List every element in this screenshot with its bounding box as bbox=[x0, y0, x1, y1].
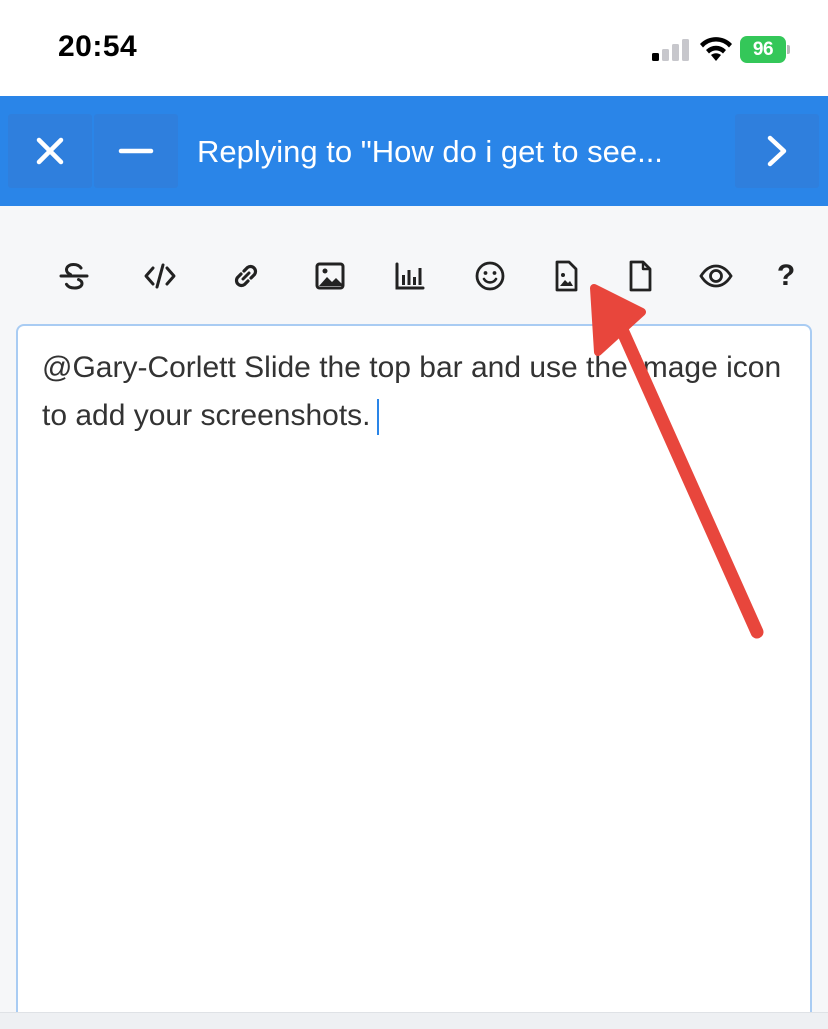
editor-text: @Gary-Corlett Slide the top bar and use … bbox=[42, 351, 782, 432]
image-icon bbox=[315, 262, 345, 290]
battery-charging-icon: 96 bbox=[740, 36, 790, 63]
image-file-icon bbox=[555, 260, 578, 292]
reply-header: Replying to "How do i get to see... bbox=[0, 96, 828, 206]
battery-level: 96 bbox=[740, 36, 786, 63]
status-bar: 20:54 96 bbox=[0, 0, 828, 96]
next-button[interactable] bbox=[735, 114, 819, 188]
reply-title[interactable]: Replying to "How do i get to see... bbox=[197, 134, 663, 170]
file-icon bbox=[629, 260, 652, 292]
minimize-button[interactable] bbox=[94, 114, 178, 188]
code-icon bbox=[144, 263, 176, 289]
link-icon bbox=[234, 264, 258, 288]
strikethrough-button[interactable] bbox=[46, 246, 102, 306]
emoji-icon bbox=[475, 261, 505, 291]
bottom-bar bbox=[0, 1012, 828, 1029]
chart-icon bbox=[395, 262, 425, 290]
chart-button[interactable] bbox=[382, 246, 438, 306]
code-button[interactable] bbox=[132, 246, 188, 306]
wifi-icon bbox=[700, 37, 732, 61]
strikethrough-icon bbox=[59, 262, 89, 290]
image-file-button[interactable] bbox=[538, 246, 594, 306]
cellular-signal-icon bbox=[652, 39, 689, 61]
preview-eye-icon bbox=[699, 264, 733, 288]
battery-tip bbox=[787, 45, 790, 54]
composer-toolbar: ? bbox=[0, 246, 828, 306]
link-button[interactable] bbox=[218, 246, 274, 306]
reply-editor[interactable]: @Gary-Corlett Slide the top bar and use … bbox=[16, 324, 812, 1029]
minimize-icon bbox=[118, 148, 154, 154]
chevron-right-icon bbox=[767, 135, 787, 167]
emoji-button[interactable] bbox=[462, 246, 518, 306]
help-button[interactable]: ? bbox=[758, 246, 814, 306]
text-caret bbox=[376, 399, 379, 436]
status-time: 20:54 bbox=[58, 30, 138, 63]
image-button[interactable] bbox=[302, 246, 358, 306]
close-icon bbox=[36, 137, 64, 165]
editor-content[interactable]: @Gary-Corlett Slide the top bar and use … bbox=[42, 344, 782, 440]
close-button[interactable] bbox=[8, 114, 92, 188]
preview-button[interactable] bbox=[688, 246, 744, 306]
file-button[interactable] bbox=[612, 246, 668, 306]
help-icon: ? bbox=[776, 259, 796, 292]
